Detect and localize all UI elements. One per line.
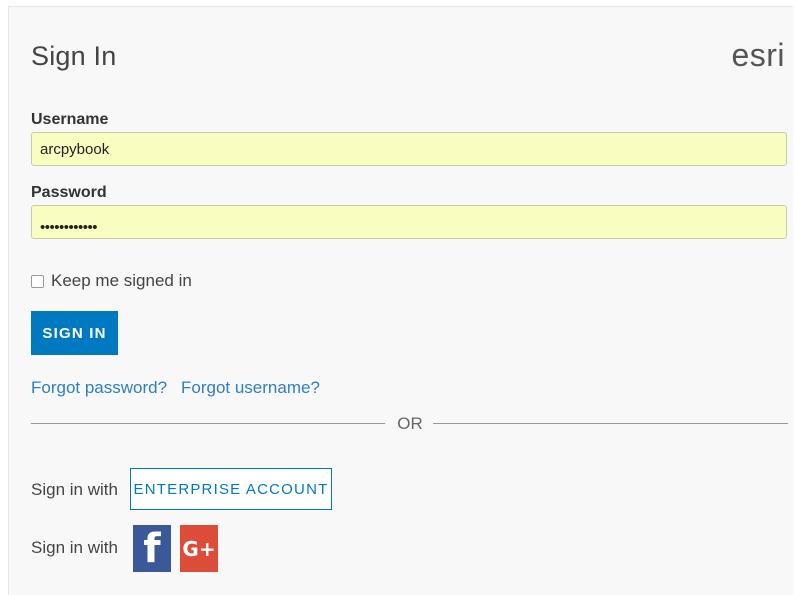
right-edge bbox=[793, 0, 797, 595]
password-input[interactable] bbox=[31, 205, 787, 239]
keep-signed-in[interactable]: Keep me signed in bbox=[31, 271, 192, 291]
esri-logo: esri bbox=[731, 37, 785, 73]
sign-in-panel: Sign In esri Username Password •••••••••… bbox=[8, 6, 797, 595]
username-label: Username bbox=[31, 111, 109, 128]
sign-in-with-social-label: Sign in with bbox=[31, 538, 118, 557]
google-plus-icon[interactable]: G+ bbox=[180, 525, 218, 572]
page-title: Sign In bbox=[31, 41, 117, 71]
divider-left bbox=[31, 423, 385, 424]
divider-right bbox=[433, 423, 788, 424]
password-label: Password bbox=[31, 184, 107, 201]
enterprise-account-button[interactable]: ENTERPRISE ACCOUNT bbox=[130, 468, 332, 510]
sign-in-button[interactable]: SIGN IN bbox=[31, 311, 118, 355]
facebook-glyph: f bbox=[143, 525, 161, 572]
sign-in-with-label: Sign in with bbox=[31, 480, 118, 499]
keep-signed-in-checkbox[interactable] bbox=[31, 274, 44, 288]
forgot-password-link[interactable]: Forgot password? bbox=[31, 378, 167, 398]
keep-signed-in-label[interactable]: Keep me signed in bbox=[51, 271, 192, 291]
divider-or-text: OR bbox=[397, 414, 423, 433]
facebook-icon[interactable]: f bbox=[133, 525, 171, 572]
forgot-username-link[interactable]: Forgot username? bbox=[181, 378, 320, 398]
google-plus-glyph: G+ bbox=[182, 536, 216, 561]
username-input[interactable] bbox=[31, 132, 787, 166]
